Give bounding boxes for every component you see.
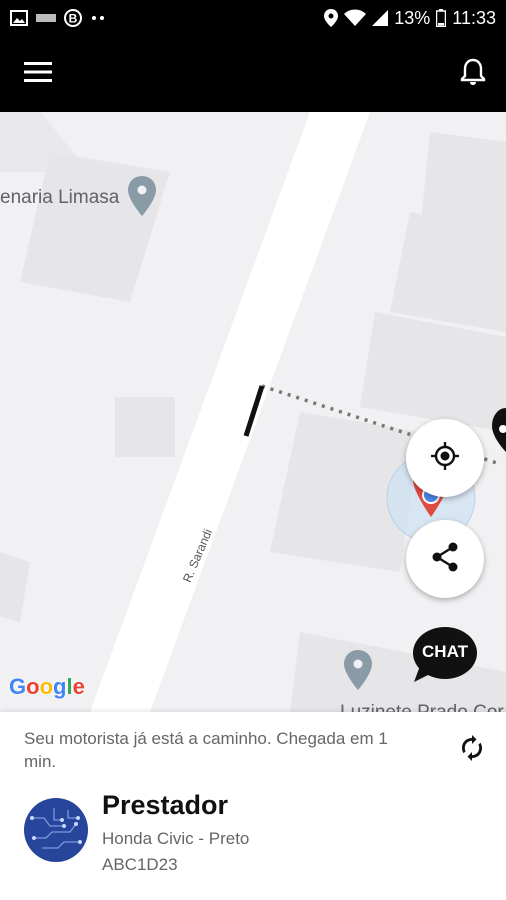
vehicle-description: Honda Civic - Preto [102, 829, 250, 848]
status-bar-left: B [10, 9, 108, 27]
news-icon [36, 12, 56, 24]
b-icon: B [64, 9, 82, 27]
map-view[interactable]: enaria Limasa Luzinete Prado Cor R. Sara… [0, 112, 506, 712]
google-logo-letter: o [39, 674, 54, 699]
clock: 11:33 [452, 7, 496, 28]
battery-icon [436, 9, 447, 27]
trip-info-panel: Seu motorista já está a caminho. Chegada… [0, 712, 506, 900]
license-plate: ABC1D23 [102, 855, 178, 874]
hamburger-menu-icon[interactable] [24, 61, 52, 88]
share-button[interactable] [406, 520, 484, 598]
app-bar [0, 36, 506, 112]
status-bar-right: 13% 11:33 [324, 8, 496, 29]
location-icon [324, 9, 339, 27]
dots-icon [90, 15, 108, 21]
image-icon [10, 10, 28, 26]
chat-button[interactable]: CHAT [412, 626, 478, 684]
refresh-button[interactable] [452, 730, 492, 770]
refresh-icon [459, 733, 485, 768]
avatar [24, 798, 88, 862]
place-label: Luzinete Prado Cor [340, 702, 504, 712]
place-label: enaria Limasa [0, 187, 120, 208]
google-logo-letter: e [72, 674, 85, 699]
signal-icon [372, 10, 389, 26]
battery-percent: 13% [394, 7, 431, 28]
status-bar: B 13% 11:33 [0, 0, 506, 36]
my-location-icon [430, 441, 460, 476]
google-logo: Google [9, 674, 85, 700]
my-location-button[interactable] [406, 419, 484, 497]
wifi-icon [344, 9, 367, 27]
chat-label: CHAT [422, 642, 468, 661]
bell-icon[interactable] [460, 58, 486, 91]
google-logo-letter: o [26, 674, 40, 699]
share-icon [431, 542, 459, 577]
provider-name: Prestador [102, 790, 229, 820]
google-logo-letter: G [9, 674, 27, 699]
trip-status-message: Seu motorista já está a caminho. Chegada… [24, 729, 388, 771]
google-logo-letter: g [53, 674, 67, 699]
svg-text:B: B [69, 12, 78, 26]
